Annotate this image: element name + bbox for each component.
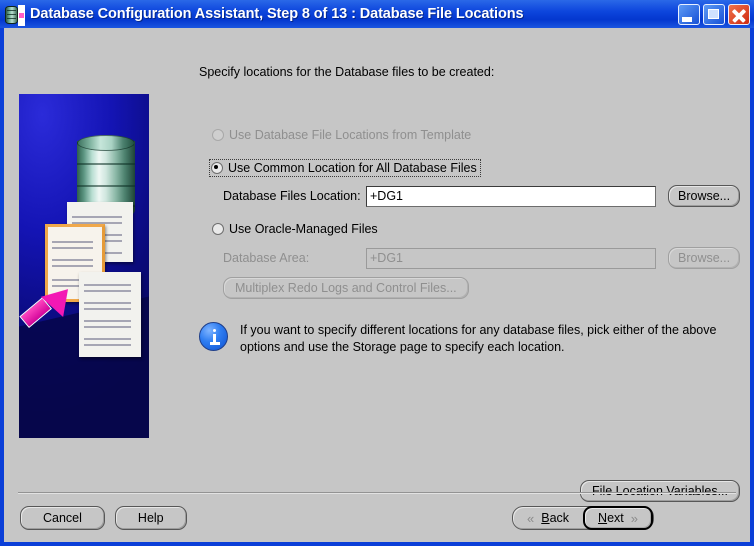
sidebar-artwork bbox=[19, 94, 149, 438]
radio-option-oracle-managed-files[interactable]: Use Oracle-Managed Files bbox=[212, 222, 378, 236]
database-app-icon bbox=[5, 4, 25, 26]
database-files-location-input[interactable]: +DG1 bbox=[366, 185, 656, 207]
database-area-label: Database Area: bbox=[223, 251, 310, 265]
database-area-input: +DG1 bbox=[366, 247, 656, 269]
footer-left-buttons: Cancel Help bbox=[20, 506, 187, 530]
radio-label: Use Common Location for All Database Fil… bbox=[228, 161, 477, 175]
radio-icon[interactable] bbox=[212, 129, 224, 141]
radio-option-template[interactable]: Use Database File Locations from Templat… bbox=[212, 128, 471, 142]
window-controls bbox=[678, 3, 750, 25]
cancel-button[interactable]: Cancel bbox=[20, 506, 105, 530]
footer-divider bbox=[18, 492, 736, 494]
pink-arrow-icon bbox=[19, 279, 80, 330]
database-files-location-label: Database Files Location: bbox=[223, 189, 361, 203]
next-button-label: Next bbox=[598, 511, 624, 525]
title-bar: Database Configuration Assistant, Step 8… bbox=[0, 0, 754, 28]
info-icon bbox=[199, 322, 228, 351]
chevron-left-double-icon: « bbox=[527, 510, 535, 526]
maximize-icon[interactable] bbox=[703, 3, 725, 25]
radio-label: Use Oracle-Managed Files bbox=[229, 222, 378, 236]
wizard-nav-group: « Back Next » bbox=[512, 506, 654, 530]
info-note-text: If you want to specify different locatio… bbox=[240, 323, 717, 354]
help-button[interactable]: Help bbox=[114, 506, 187, 530]
radio-option-common-location[interactable]: Use Common Location for All Database Fil… bbox=[209, 159, 481, 177]
close-icon[interactable] bbox=[728, 3, 750, 25]
application-window: Database Configuration Assistant, Step 8… bbox=[0, 0, 754, 546]
database-area-row: Database Area: +DG1 Browse... bbox=[223, 247, 741, 269]
footer-button-bar: Cancel Help « Back Next » bbox=[4, 506, 750, 542]
page-instruction: Specify locations for the Database files… bbox=[199, 65, 495, 79]
info-note: If you want to specify different locatio… bbox=[199, 322, 720, 356]
next-button[interactable]: Next » bbox=[583, 506, 653, 530]
multiplex-redo-logs-button: Multiplex Redo Logs and Control Files... bbox=[223, 277, 469, 299]
browse-button-database-area: Browse... bbox=[668, 247, 741, 269]
window-title: Database Configuration Assistant, Step 8… bbox=[30, 6, 524, 22]
document-page-front bbox=[79, 272, 141, 357]
client-area: Specify locations for the Database files… bbox=[4, 28, 750, 542]
radio-label: Use Database File Locations from Templat… bbox=[229, 128, 472, 142]
chevron-right-double-icon: » bbox=[630, 510, 638, 526]
file-location-variables-button[interactable]: File Location Variables... bbox=[580, 480, 740, 502]
browse-button-files-location[interactable]: Browse... bbox=[668, 185, 741, 207]
back-button[interactable]: « Back bbox=[513, 507, 583, 529]
database-files-location-row: Database Files Location: +DG1 Browse... bbox=[223, 185, 741, 207]
minimize-icon[interactable] bbox=[678, 3, 700, 25]
radio-icon[interactable] bbox=[211, 162, 223, 174]
back-button-label: Back bbox=[541, 511, 570, 525]
radio-icon[interactable] bbox=[212, 223, 224, 235]
